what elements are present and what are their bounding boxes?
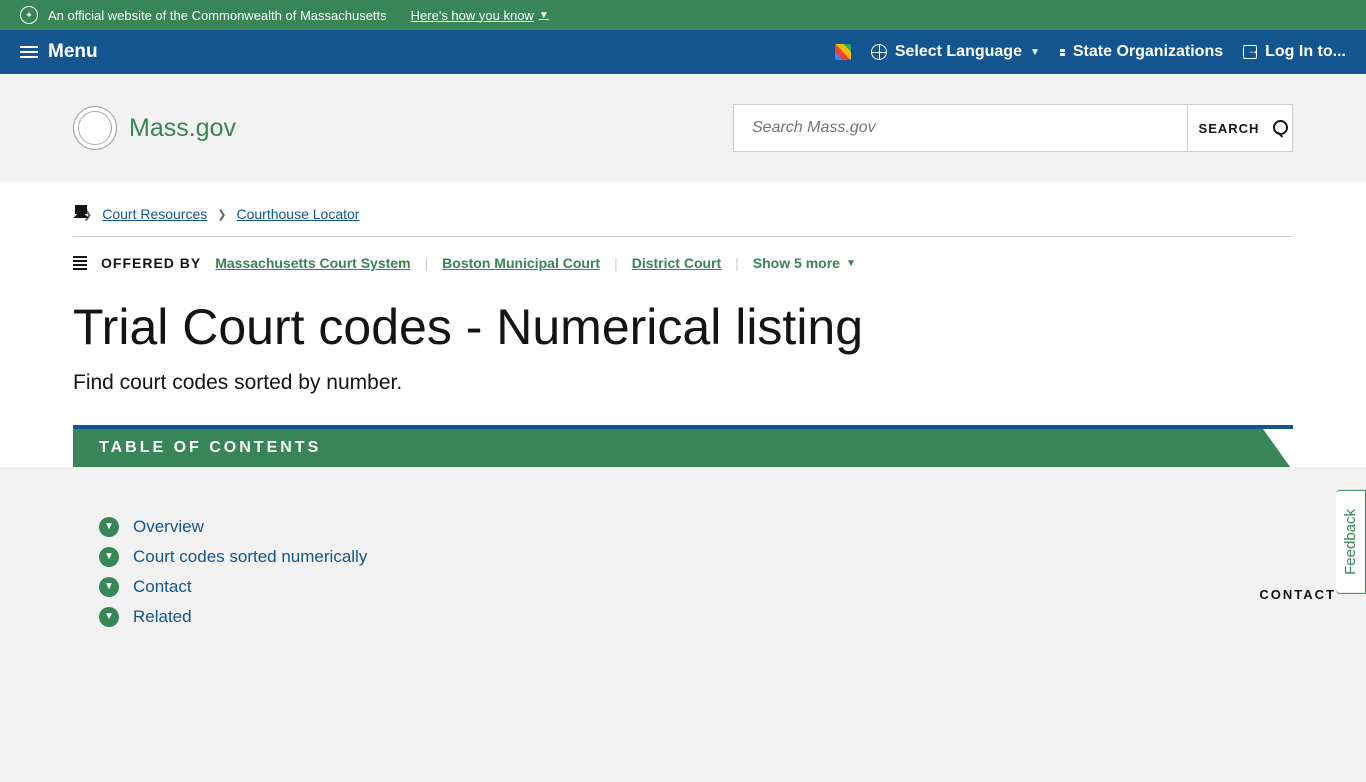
breadcrumb-link[interactable]: Court Resources: [102, 206, 207, 222]
search-icon: [1265, 120, 1281, 136]
toc-item[interactable]: ▼Court codes sorted numerically: [99, 547, 1293, 567]
page-subtitle: Find court codes sorted by number.: [73, 371, 1293, 395]
offered-by-label: Offered By: [101, 255, 201, 271]
globe-icon: [871, 44, 887, 60]
feedback-tab[interactable]: Feedback: [1336, 490, 1366, 594]
offering-org-link[interactable]: Boston Municipal Court: [442, 255, 600, 271]
state-seal-icon: ✦: [20, 6, 38, 24]
toc-item[interactable]: ▼Contact: [99, 577, 1293, 597]
site-header: Mass.gov SEARCH: [0, 74, 1366, 182]
breadcrumb: ❯ Court Resources ❯ Courthouse Locator: [73, 182, 1293, 237]
chevron-right-icon: ❯: [217, 208, 226, 221]
toc-item[interactable]: ▼Overview: [99, 517, 1293, 537]
search-button[interactable]: SEARCH: [1187, 105, 1292, 151]
offering-org-link[interactable]: Massachusetts Court System: [215, 255, 410, 271]
main-navbar: Menu Select Language ▼ State Organizatio…: [0, 30, 1366, 74]
toc-item[interactable]: ▼Related: [99, 607, 1293, 627]
page-title: Trial Court codes - Numerical listing: [73, 299, 1293, 357]
state-organizations-link[interactable]: State Organizations: [1060, 43, 1223, 61]
login-icon: [1243, 45, 1257, 59]
chevron-down-icon: ▼: [846, 258, 856, 269]
chevron-down-icon: ▼: [539, 10, 549, 21]
menu-button[interactable]: Menu: [20, 41, 98, 63]
site-logo[interactable]: Mass.gov: [73, 106, 236, 150]
search-input[interactable]: [734, 105, 1187, 151]
official-banner: ✦ An official website of the Commonwealt…: [0, 0, 1366, 30]
arrow-down-icon: ▼: [99, 577, 119, 597]
arrow-down-icon: ▼: [99, 517, 119, 537]
how-you-know-link[interactable]: Here's how you know▼: [411, 8, 549, 23]
toc-heading-bar: TABLE OF CONTENTS: [73, 425, 1293, 467]
hamburger-icon: [20, 46, 38, 58]
chevron-down-icon: ▼: [1030, 47, 1040, 58]
search-bar: SEARCH: [733, 104, 1293, 152]
offering-org-link[interactable]: District Court: [632, 255, 721, 271]
organization-icon: [73, 256, 87, 270]
sitemap-icon: [1060, 49, 1065, 56]
arrow-down-icon: ▼: [99, 547, 119, 567]
language-selector[interactable]: Select Language ▼: [871, 43, 1040, 61]
show-more-orgs[interactable]: Show 5 more▼: [753, 255, 856, 271]
state-seal-large-icon: [73, 106, 117, 150]
toc-list: ▼Overview ▼Court codes sorted numericall…: [73, 517, 1293, 627]
login-button[interactable]: Log In to...: [1243, 43, 1346, 61]
breadcrumb-link[interactable]: Courthouse Locator: [236, 206, 359, 222]
google-translate-icon: [835, 44, 851, 60]
arrow-down-icon: ▼: [99, 607, 119, 627]
offered-by-row: Offered By Massachusetts Court System | …: [73, 237, 1293, 289]
banner-text: An official website of the Commonwealth …: [48, 8, 387, 23]
